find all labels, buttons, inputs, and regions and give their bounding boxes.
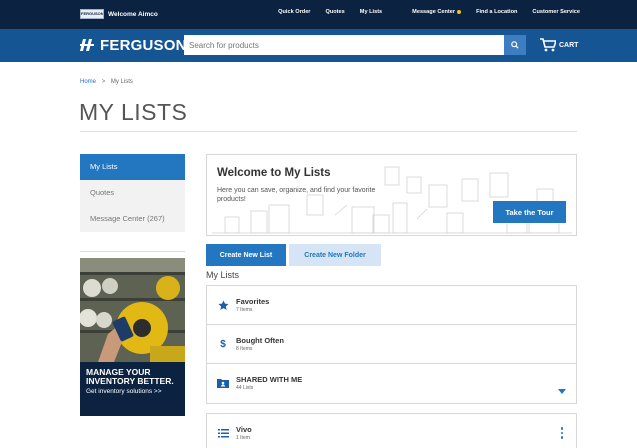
account-logo-badge: FERGUSON (80, 9, 104, 19)
list-count: 44 Lists (236, 385, 254, 391)
utility-bar: FERGUSON Welcome Aimco Quick Order Quote… (0, 0, 637, 29)
welcome-description: Here you can save, organize, and find yo… (217, 187, 376, 203)
more-options-icon[interactable] (560, 427, 564, 439)
search-input[interactable] (184, 35, 504, 55)
list-icon (217, 427, 229, 439)
search-button[interactable] (504, 35, 526, 55)
notification-dot (457, 9, 462, 14)
welcome-title: Welcome to My Lists (217, 167, 331, 179)
breadcrumb-current: My Lists (110, 79, 133, 85)
welcome-card: Welcome to My Lists Here you can save, o… (206, 154, 577, 236)
breadcrumb: Home > My Lists (80, 79, 133, 85)
my-lists-heading: My Lists (206, 270, 240, 280)
cart-icon (540, 38, 556, 52)
list-name: SHARED WITH ME (236, 375, 303, 384)
create-new-list-button[interactable]: Create New List (206, 244, 286, 266)
take-the-tour-button[interactable]: Take the Tour (493, 201, 566, 223)
list-count: 7 Items (236, 307, 253, 313)
cart-button[interactable]: CART (540, 38, 578, 52)
list-count: 1 Item (236, 435, 250, 441)
ferguson-logo[interactable]: FERGUSON (80, 37, 187, 54)
promo-headline: MANAGE YOUR INVENTORY BETTER. (86, 367, 174, 386)
cart-label: CART (559, 41, 579, 49)
promo-image (80, 258, 185, 362)
find-location-link[interactable]: Find a Location (476, 9, 517, 15)
lists-group: Favorites 7 Items $ Bought Often 8 Items… (206, 285, 577, 404)
list-name: Bought Often (236, 336, 284, 345)
inventory-promo-banner[interactable]: MANAGE YOUR INVENTORY BETTER. Get invent… (80, 258, 185, 416)
promo-link[interactable]: Get inventory solutions >> (86, 388, 184, 396)
sidebar-item-quotes[interactable]: Quotes (80, 180, 185, 206)
list-item-vivo[interactable]: Vivo 1 Item (207, 414, 576, 448)
list-item-favorites[interactable]: Favorites 7 Items (207, 286, 576, 325)
page-title: MY LISTS (79, 99, 188, 125)
dollar-icon: $ (220, 338, 226, 350)
list-item-bought-often[interactable]: $ Bought Often 8 Items (207, 325, 576, 364)
logo-mark-icon (80, 38, 96, 54)
message-center-label: Message Center (412, 9, 456, 15)
breadcrumb-separator: > (101, 79, 106, 85)
title-divider (80, 131, 577, 132)
list-name: Favorites (236, 297, 270, 306)
sidebar-item-my-lists[interactable]: My Lists (80, 154, 185, 180)
quick-order-link[interactable]: Quick Order (278, 9, 310, 15)
lists-group-custom: Vivo 1 Item (206, 413, 577, 448)
search-icon (511, 41, 519, 49)
list-count: 8 Items (236, 346, 253, 352)
create-new-folder-button[interactable]: Create New Folder (289, 244, 381, 266)
shared-folder-icon (217, 377, 229, 389)
my-lists-link[interactable]: My Lists (360, 9, 382, 15)
sidebar-divider (80, 251, 185, 252)
breadcrumb-home[interactable]: Home (80, 79, 96, 85)
utility-links: Quick Order Quotes My Lists Message Cent… (263, 9, 580, 15)
welcome-text[interactable]: Welcome Aimco (108, 11, 158, 18)
logo-wordmark: FERGUSON (100, 37, 187, 54)
chevron-down-icon[interactable] (558, 381, 566, 399)
sidebar-item-message-center[interactable]: Message Center (267) (80, 206, 185, 232)
sidebar-nav: My Lists Quotes Message Center (267) (80, 154, 185, 232)
list-name: Vivo (236, 425, 252, 434)
welcome-area: FERGUSON Welcome Aimco (80, 8, 158, 20)
list-actions: Create New List Create New Folder (206, 244, 381, 266)
promo-text: MANAGE YOUR INVENTORY BETTER. Get invent… (86, 368, 184, 396)
customer-service-link[interactable]: Customer Service (532, 9, 580, 15)
star-icon (217, 299, 229, 311)
quotes-link[interactable]: Quotes (326, 9, 345, 15)
list-item-shared-with-me[interactable]: SHARED WITH ME 44 Lists (207, 364, 576, 403)
main-header: FERGUSON CART (0, 29, 637, 62)
message-center-link[interactable]: Message Center (397, 9, 462, 15)
